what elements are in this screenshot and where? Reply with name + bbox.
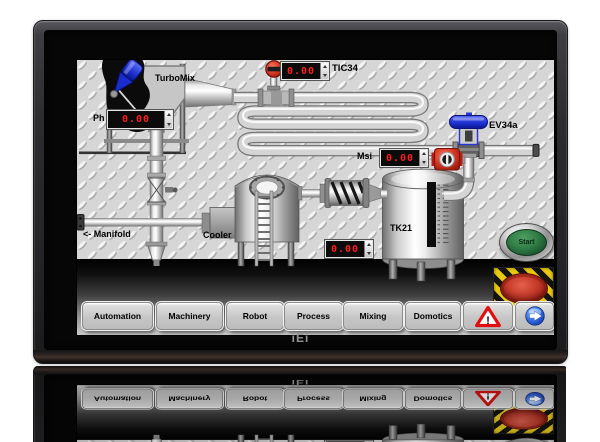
- ladder: [255, 435, 273, 442]
- ev34a-label: EV34a: [489, 121, 518, 131]
- warning-icon: !: [475, 391, 501, 408]
- hmi-screen: TurboMix Cooler <- Manifold TK21 EV34a T…: [77, 385, 554, 442]
- manifold-label: <- Manifold: [83, 229, 131, 239]
- forward-arrow-icon: [524, 391, 546, 407]
- msi-value: 0.00: [381, 150, 419, 166]
- nav-button-process: Process: [284, 389, 343, 409]
- ph-display: 0.00: [107, 110, 173, 129]
- monitor: TurboMix Cooler <- Manifold TK21 EV34a T…: [33, 20, 568, 364]
- valve-actuator: [450, 116, 488, 129]
- nav-button-machinery: Machinery: [156, 389, 223, 409]
- start-button[interactable]: Start: [499, 223, 554, 262]
- screw-display: 0.00: [325, 240, 373, 258]
- forward-arrow-icon: [524, 305, 546, 327]
- spinner-up-icon[interactable]: [367, 243, 371, 246]
- nav-button-automation[interactable]: Automation: [82, 302, 153, 330]
- warning-button[interactable]: !: [463, 302, 513, 330]
- monitor-foot: [34, 366, 566, 374]
- warning-button: !: [463, 389, 513, 409]
- level-gauge: [427, 182, 436, 247]
- warning-icon: !: [475, 305, 501, 328]
- tk21-label: TK21: [390, 223, 412, 233]
- spinner-up-icon[interactable]: [167, 113, 171, 116]
- svg-text:!: !: [486, 314, 490, 326]
- nav-button-mixing: Mixing: [343, 389, 403, 409]
- start-button-face[interactable]: Start: [506, 229, 547, 256]
- spinner-up-icon[interactable]: [422, 152, 426, 155]
- flow-meter: [258, 89, 294, 107]
- nav-button-automation: Automation: [82, 389, 153, 409]
- tic34-transmitter: [266, 60, 282, 90]
- tk21-tank: [383, 424, 464, 442]
- tic34-label: TIC34: [332, 64, 358, 74]
- cooler-vessel: [202, 175, 299, 266]
- tic34-spinner[interactable]: [320, 63, 328, 79]
- nav-button-robot: Robot: [226, 389, 284, 409]
- screw-conveyor: [298, 179, 387, 208]
- monitor-reflection-image: TurboMix Cooler <- Manifold TK21 EV34a T…: [33, 366, 566, 442]
- manifold-pipe: [77, 215, 213, 231]
- monitor-reflection: TurboMix Cooler <- Manifold TK21 EV34a T…: [33, 366, 566, 442]
- forward-button: [515, 389, 554, 409]
- pipe-end-cap: [533, 144, 539, 156]
- cooler-label: Cooler: [203, 230, 232, 240]
- brand-logo: iEi: [34, 378, 566, 388]
- hopper-outlet-pipe: [146, 435, 178, 442]
- emergency-stop-button: [500, 408, 548, 430]
- nav-button-domotics[interactable]: Domotics: [405, 302, 461, 330]
- monitor-bezel: TurboMix Cooler <- Manifold TK21 EV34a T…: [44, 30, 557, 350]
- screw-value: 0.00: [326, 241, 364, 257]
- monitor-foot: [34, 350, 567, 363]
- spinner-down-icon[interactable]: [367, 252, 371, 255]
- nav-button-domotics: Domotics: [405, 389, 461, 409]
- nav-button-machinery[interactable]: Machinery: [156, 302, 223, 330]
- spinner-down-icon[interactable]: [323, 74, 327, 77]
- brand-logo: iEi: [34, 331, 567, 345]
- ph-label: Ph: [93, 113, 105, 123]
- ground-line: [79, 152, 186, 155]
- msi-label: Msi: [357, 151, 372, 161]
- tic34-value: 0.00: [282, 63, 320, 79]
- ph-spinner[interactable]: [164, 111, 172, 128]
- msi-valve[interactable]: [432, 149, 466, 171]
- svg-text:!: !: [486, 391, 490, 400]
- msi-display: 0.00: [380, 149, 428, 167]
- process-diagram: [77, 60, 554, 335]
- screw-spinner[interactable]: [364, 241, 372, 257]
- forward-button[interactable]: [515, 302, 554, 330]
- hopper-outlet-pipe: [146, 130, 178, 266]
- screenshot-root: TurboMix Cooler <- Manifold TK21 EV34a T…: [0, 0, 600, 442]
- spinner-down-icon[interactable]: [422, 161, 426, 164]
- cooler-vessel: [202, 435, 299, 442]
- nav-button-robot[interactable]: Robot: [226, 302, 284, 330]
- emergency-stop-button[interactable]: [500, 273, 548, 304]
- emergency-stop-panel: [493, 405, 554, 435]
- spinner-up-icon[interactable]: [323, 65, 327, 68]
- ph-value: 0.00: [108, 111, 164, 128]
- nav-button-mixing[interactable]: Mixing: [343, 302, 403, 330]
- turbomix-label: TurboMix: [155, 73, 195, 83]
- start-label: Start: [519, 239, 535, 246]
- tic34-display: 0.00: [281, 62, 329, 80]
- hmi-screen: TurboMix Cooler <- Manifold TK21 EV34a T…: [77, 60, 554, 335]
- nav-button-process[interactable]: Process: [284, 302, 343, 330]
- msi-spinner[interactable]: [419, 150, 427, 166]
- spinner-down-icon[interactable]: [167, 123, 171, 126]
